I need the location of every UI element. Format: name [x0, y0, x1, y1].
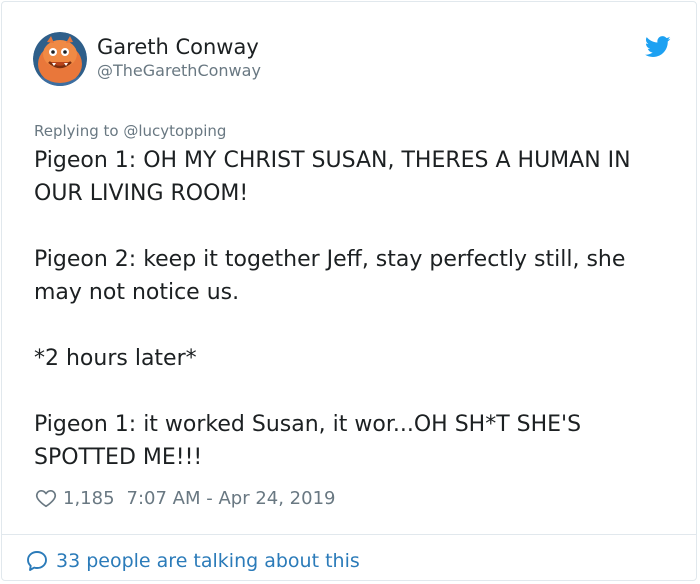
- conversation-label[interactable]: 33 people are talking about this: [56, 550, 360, 572]
- like-count[interactable]: 1,185: [63, 488, 115, 509]
- tweet-paragraph: Pigeon 1: it worked Susan, it wor...OH S…: [34, 412, 582, 470]
- author-block[interactable]: Gareth Conway @TheGarethConway: [97, 34, 261, 81]
- tweet-meta: 1,185 7:07 AM - Apr 24, 2019: [35, 485, 335, 511]
- footer-divider: [2, 534, 696, 535]
- tweet-header: Gareth Conway @TheGarethConway: [33, 32, 673, 90]
- avatar-image: [33, 32, 87, 86]
- avatar[interactable]: [33, 32, 87, 86]
- tweet-paragraph: Pigeon 1: OH MY CHRIST SUSAN, THERES A H…: [34, 148, 631, 206]
- heart-icon[interactable]: [35, 487, 57, 509]
- author-handle[interactable]: @TheGarethConway: [97, 61, 261, 81]
- tweet-paragraph: *2 hours later*: [34, 346, 197, 371]
- tweet-text: Pigeon 1: OH MY CHRIST SUSAN, THERES A H…: [34, 144, 674, 474]
- tweet-card: Gareth Conway @TheGarethConway Replying …: [1, 1, 697, 581]
- twitter-bird-icon[interactable]: [644, 36, 671, 58]
- replying-to: Replying to @lucytopping: [34, 122, 226, 140]
- tweet-timestamp[interactable]: 7:07 AM - Apr 24, 2019: [127, 488, 336, 509]
- tweet-paragraph: Pigeon 2: keep it together Jeff, stay pe…: [34, 247, 626, 305]
- reply-mention-link[interactable]: @lucytopping: [123, 122, 226, 140]
- author-display-name[interactable]: Gareth Conway: [97, 34, 261, 60]
- conversation-link[interactable]: 33 people are talking about this: [25, 547, 360, 575]
- speech-bubble-icon: [27, 551, 47, 571]
- replying-to-prefix: Replying to: [34, 122, 124, 140]
